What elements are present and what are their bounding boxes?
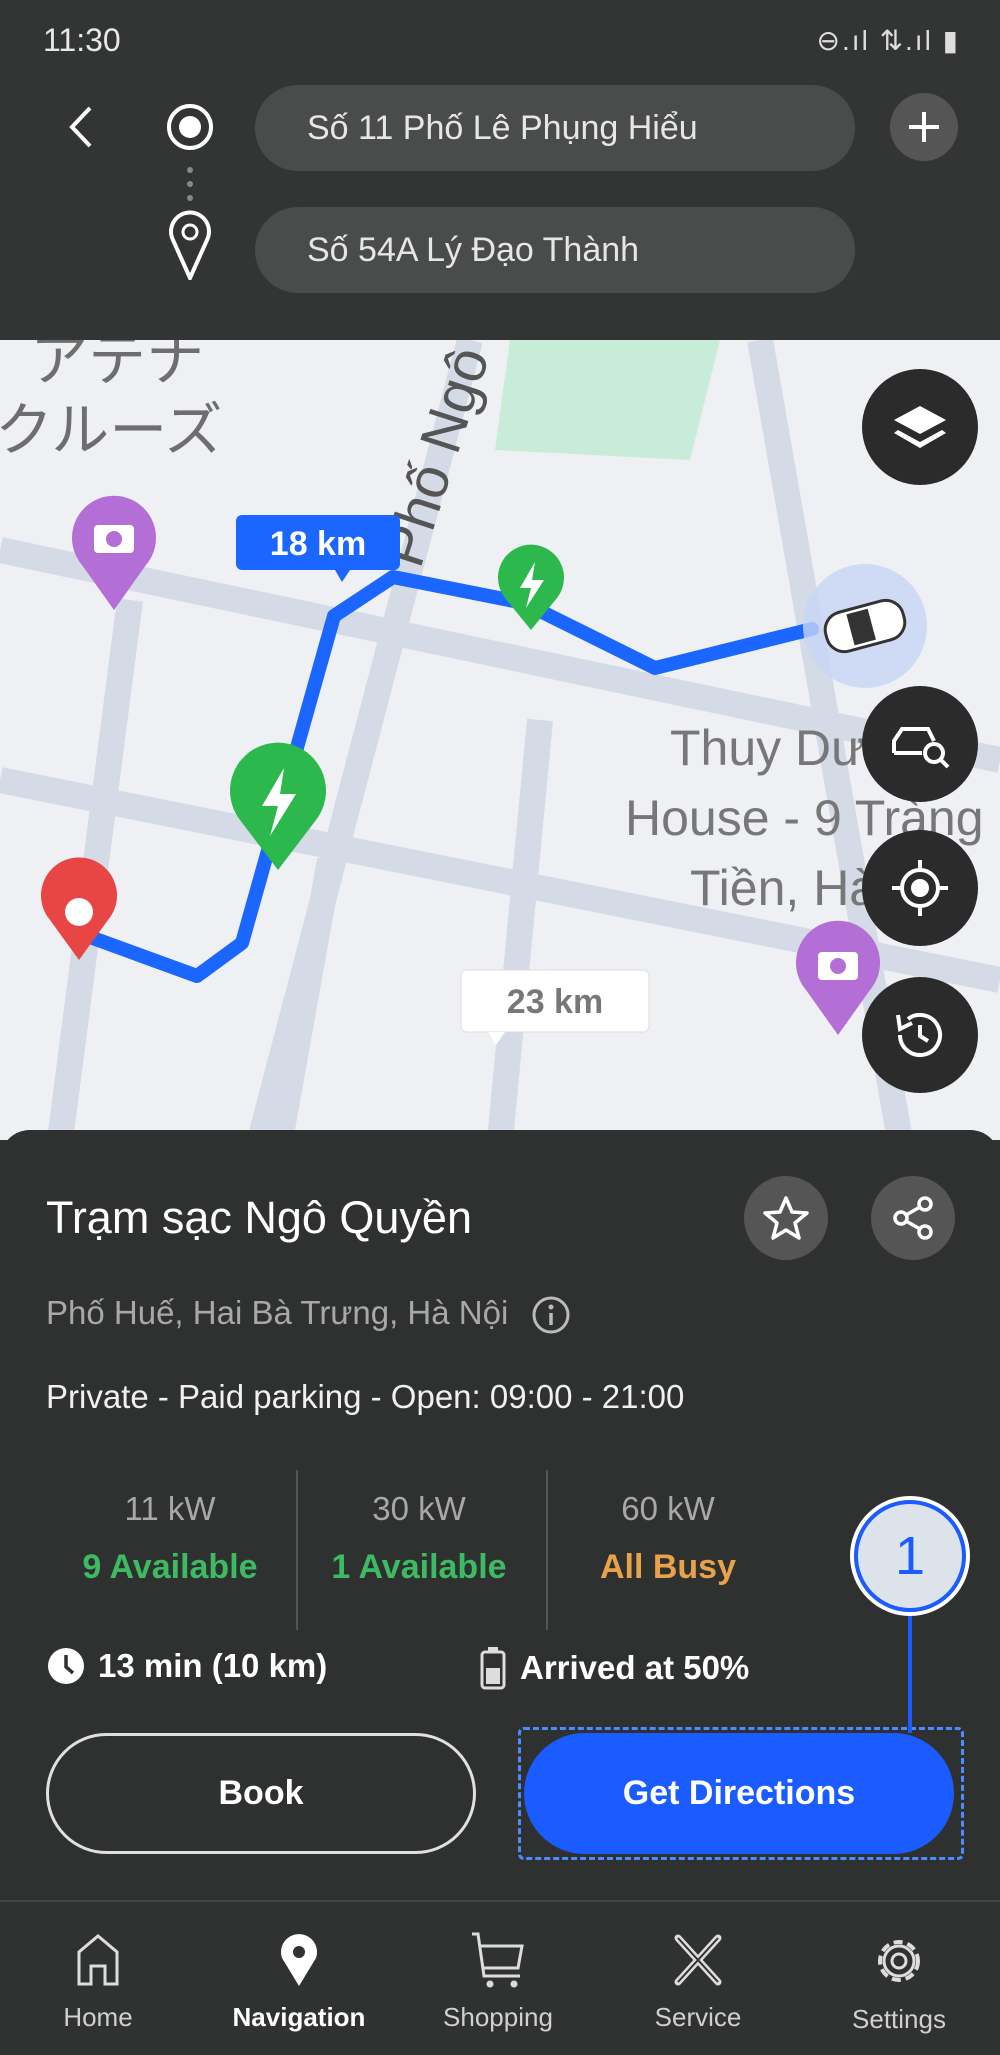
station-detail-panel: Trạm sạc Ngô Quyền Phố Huế, Hai Bà Trưng… (0, 1130, 1000, 1900)
map-canvas: アテナ クルーズ Phố Ngô Thuy Dương House - 9 Tr… (0, 340, 1000, 1140)
share-button[interactable] (871, 1176, 955, 1260)
map-label-jp-1: アテナ (30, 340, 204, 393)
status-time: 11:30 (43, 22, 121, 58)
gear-icon (878, 1940, 920, 1982)
battery-icon (480, 1647, 506, 1690)
route-endpoints-icon (167, 104, 213, 280)
car-search-icon (892, 727, 950, 769)
nav-service[interactable]: Service (618, 1932, 778, 2033)
eta-text: 13 min (10 km) (98, 1647, 328, 1684)
home-icon (77, 1934, 119, 1986)
svg-text:23 km: 23 km (507, 983, 603, 1021)
history-icon (896, 1013, 942, 1057)
eta-row: 13 min (10 km) (46, 1646, 327, 1686)
station-info: Private - Paid parking - Open: 09:00 - 2… (46, 1378, 685, 1415)
share-icon (893, 1196, 933, 1240)
route-header: 11:30 ⊖.ıl ⇅.ıl ▮ Số 11 Phố Lê Phụng Hiể… (0, 0, 1000, 340)
charger-status-60: All Busy (599, 1548, 737, 1586)
car-marker (803, 564, 927, 688)
bottom-navigation: Home Navigation Shopping Service Setting… (0, 1900, 1000, 2055)
star-icon (763, 1196, 809, 1240)
crosshair-icon (892, 860, 948, 916)
nav-shopping[interactable]: Shopping (418, 1932, 578, 2033)
svg-text:18 km: 18 km (270, 525, 366, 563)
annotation-marker: 1 (850, 1496, 970, 1616)
layers-button[interactable] (862, 369, 978, 485)
charger-power-11: 11 kW (124, 1490, 216, 1527)
address-text: Phố Huế, Hai Bà Trưng, Hà Nội (46, 1294, 509, 1331)
arrival-row: Arrived at 50% (478, 1646, 749, 1690)
nav-label: Settings (852, 2004, 946, 2034)
status-icons: ⊖.ıl ⇅.ıl ▮ (816, 25, 960, 56)
history-button[interactable] (862, 977, 978, 1093)
favorite-button[interactable] (744, 1176, 828, 1260)
charger-status-11: 9 Available (82, 1548, 258, 1586)
nav-label: Home (63, 2002, 133, 2032)
cart-icon (472, 1932, 524, 1988)
nav-navigation[interactable]: Navigation (219, 1932, 379, 2033)
arrival-text: Arrived at 50% (520, 1649, 750, 1686)
get-directions-button[interactable]: Get Directions (524, 1733, 954, 1854)
book-button[interactable]: Book (46, 1733, 476, 1854)
layers-icon (894, 406, 946, 448)
clock-icon (48, 1648, 84, 1684)
locate-button[interactable] (862, 830, 978, 946)
car-search-button[interactable] (862, 686, 978, 802)
route-label-alt[interactable]: 23 km (460, 969, 650, 1045)
destination-input[interactable]: Số 54A Lý Đạo Thành (255, 207, 855, 293)
back-arrow-icon (69, 106, 92, 148)
map-label-jp-2: クルーズ (0, 398, 222, 463)
tools-icon (674, 1934, 722, 1986)
nav-home[interactable]: Home (18, 1932, 178, 2033)
station-name: Trạm sạc Ngô Quyền (46, 1192, 472, 1243)
nav-label: Shopping (443, 2002, 553, 2032)
station-address: Phố Huế, Hai Bà Trưng, Hà Nội (46, 1294, 571, 1335)
back-button[interactable] (58, 100, 108, 154)
charger-power-60: 60 kW (621, 1490, 715, 1527)
nav-label: Service (654, 2002, 742, 2032)
charger-power-30: 30 kW (372, 1490, 466, 1527)
map-view[interactable]: アテナ クルーズ Phố Ngô Thuy Dương House - 9 Tr… (0, 340, 1000, 1140)
route-label-primary[interactable]: 18 km (236, 515, 400, 582)
nav-label: Navigation (232, 2002, 366, 2032)
info-icon[interactable] (531, 1295, 571, 1335)
nav-settings[interactable]: Settings (819, 1932, 979, 2035)
pin-icon (281, 1934, 317, 1986)
charger-status-30: 1 Available (331, 1548, 507, 1586)
add-stop-button[interactable] (890, 93, 958, 161)
plus-icon (909, 112, 939, 142)
origin-input[interactable]: Số 11 Phố Lê Phụng Hiểu (255, 85, 855, 171)
annotation-connector (908, 1608, 912, 1733)
